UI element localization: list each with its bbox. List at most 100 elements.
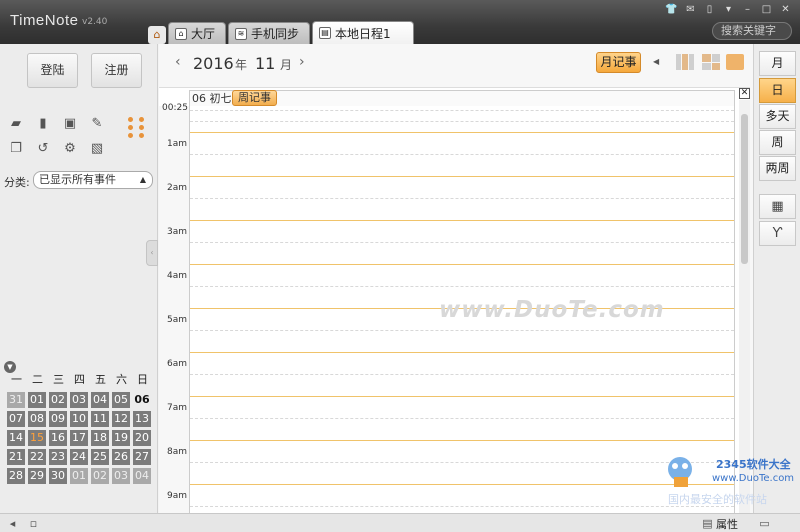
calendar-day[interactable]: 14 (7, 430, 25, 446)
view-day-button[interactable]: 日 (759, 78, 796, 103)
calendar-day[interactable]: 06 (133, 392, 151, 408)
title-bar: TimeNote v2.40 👕 ✉ ▯ ▾ – □ ✕ 搜索关键字 ⌂ ⌂ 大… (0, 0, 800, 44)
login-button[interactable]: 登陆 (27, 53, 78, 88)
month-value[interactable]: 11 (255, 54, 275, 73)
calendar-day[interactable]: 31 (7, 392, 25, 408)
save-icon[interactable]: ▣ (62, 116, 78, 132)
calendar-day[interactable]: 18 (91, 430, 109, 446)
week-note-tag[interactable]: 周记事 (232, 90, 277, 106)
calendar-day[interactable]: 02 (49, 392, 67, 408)
calendar-day[interactable]: 17 (70, 430, 88, 446)
folder-view-icon[interactable] (726, 54, 744, 70)
sound-icon[interactable]: ◂ (6, 517, 19, 530)
year-value[interactable]: 2016 (193, 54, 234, 73)
weekday-label: 日 (137, 373, 148, 386)
hour-line (190, 176, 734, 177)
calendar-day[interactable]: 16 (49, 430, 67, 446)
copy-icon[interactable]: ❐ (8, 141, 24, 157)
settings-icon[interactable]: ⚙ (62, 141, 78, 157)
view-two-weeks-button[interactable]: 两周 (759, 156, 796, 181)
grid-view-icon[interactable] (702, 54, 720, 70)
calendar-day[interactable]: 26 (112, 449, 130, 465)
calendar-day[interactable]: 04 (91, 392, 109, 408)
column-view-icon[interactable] (676, 54, 694, 70)
calendar-day[interactable]: 02 (91, 468, 109, 484)
close-icon[interactable]: ✕ (777, 3, 794, 17)
category-select[interactable]: 已显示所有事件 ▲ (33, 171, 153, 189)
edit-icon[interactable]: ✎ (89, 116, 105, 132)
calendar-day[interactable]: 10 (70, 411, 88, 427)
menu-icon[interactable]: ▾ (720, 3, 737, 17)
app-version: v2.40 (82, 17, 108, 27)
calendar-day[interactable]: 27 (133, 449, 151, 465)
calendar-day[interactable]: 03 (112, 468, 130, 484)
lock-icon[interactable]: ▫ (27, 517, 40, 530)
calendar-day[interactable]: 22 (28, 449, 46, 465)
tab-phone-sync[interactable]: ≋ 手机同步 (228, 22, 311, 44)
tab-label: 本地日程1 (335, 26, 391, 41)
calendar-day[interactable]: 12 (112, 411, 130, 427)
calendar-day[interactable]: 03 (70, 392, 88, 408)
hour-line (190, 264, 734, 265)
calendar-day[interactable]: 04 (133, 468, 151, 484)
calendar-day[interactable]: 05 (112, 392, 130, 408)
calendar-day[interactable]: 01 (28, 392, 46, 408)
half-hour-line (190, 506, 734, 507)
tab-lobby[interactable]: ⌂ 大厅 (168, 22, 227, 44)
prev-month-arrow[interactable]: ‹ (175, 54, 181, 70)
chevron-down-icon: ▲ (139, 175, 146, 184)
calendar-day[interactable]: 09 (49, 411, 67, 427)
phone-icon[interactable]: ▯ (701, 3, 718, 17)
view-multiday-button[interactable]: 多天 (759, 104, 796, 129)
chevron-left-icon[interactable]: ◀ (653, 57, 659, 66)
open-folder-icon[interactable]: ▰ (8, 116, 24, 132)
view-month-button[interactable]: 月 (759, 51, 796, 76)
calendar-day[interactable]: 01 (70, 468, 88, 484)
calendar-day[interactable]: 30 (49, 468, 67, 484)
collapse-sidebar-handle[interactable]: ‹ (146, 240, 158, 266)
tab-local-schedule[interactable]: ▤ 本地日程1 (312, 21, 414, 44)
home-icon[interactable]: ⌂ (148, 26, 166, 44)
half-hour-line (190, 330, 734, 331)
new-file-icon[interactable]: ▮ (35, 116, 51, 132)
corner-logo: 2345软件大全 www.DuoTe.com 国内最安全的软件站 (660, 447, 800, 507)
clipboard-icon[interactable]: ▧ (89, 141, 105, 157)
watermark-text: www.DuoTe.com (439, 297, 665, 323)
next-month-arrow[interactable]: › (299, 54, 305, 70)
register-button[interactable]: 注册 (91, 53, 142, 88)
calendar-day[interactable]: 19 (112, 430, 130, 446)
calendar-day[interactable]: 07 (7, 411, 25, 427)
maximize-icon[interactable]: □ (758, 3, 775, 17)
calendar-day[interactable]: 15 (28, 430, 46, 446)
search-input[interactable]: 搜索关键字 (712, 22, 792, 40)
calendar-day[interactable]: 28 (7, 468, 25, 484)
calendar-day[interactable]: 24 (70, 449, 88, 465)
calendar-icon[interactable]: ▦ (759, 194, 796, 219)
skin-icon[interactable]: 👕 (663, 3, 680, 17)
undo-icon[interactable]: ↺ (35, 141, 51, 157)
calendar-day[interactable]: 23 (49, 449, 67, 465)
calendar-day[interactable]: 21 (7, 449, 25, 465)
scrollbar-thumb[interactable] (741, 114, 748, 264)
mail-icon[interactable]: ✉ (682, 3, 699, 17)
year-unit: 年 (235, 58, 248, 72)
calendar-day[interactable]: 20 (133, 430, 151, 446)
tab-strip: ⌂ ⌂ 大厅 ≋ 手机同步 ▤ 本地日程1 (148, 21, 416, 44)
hour-line (190, 132, 734, 133)
calendar-day[interactable]: 13 (133, 411, 151, 427)
month-note-button[interactable]: 月记事 (596, 52, 641, 73)
calendar-day[interactable]: 25 (91, 449, 109, 465)
calendar-day[interactable]: 08 (28, 411, 46, 427)
properties-icon[interactable]: ▤ (701, 517, 714, 530)
chat-icon[interactable]: ▭ (758, 517, 771, 530)
properties-label[interactable]: 属性 (716, 516, 738, 532)
sprout-icon[interactable]: Ƴ (759, 221, 796, 246)
more-apps-icon[interactable] (128, 117, 146, 138)
minimize-icon[interactable]: – (739, 3, 756, 17)
close-icon[interactable]: ✕ (739, 88, 750, 99)
calendar-day[interactable]: 29 (28, 468, 46, 484)
hour-line (190, 396, 734, 397)
view-week-button[interactable]: 周 (759, 130, 796, 155)
calendar-day[interactable]: 11 (91, 411, 109, 427)
time-label: 00:25 (162, 103, 188, 113)
